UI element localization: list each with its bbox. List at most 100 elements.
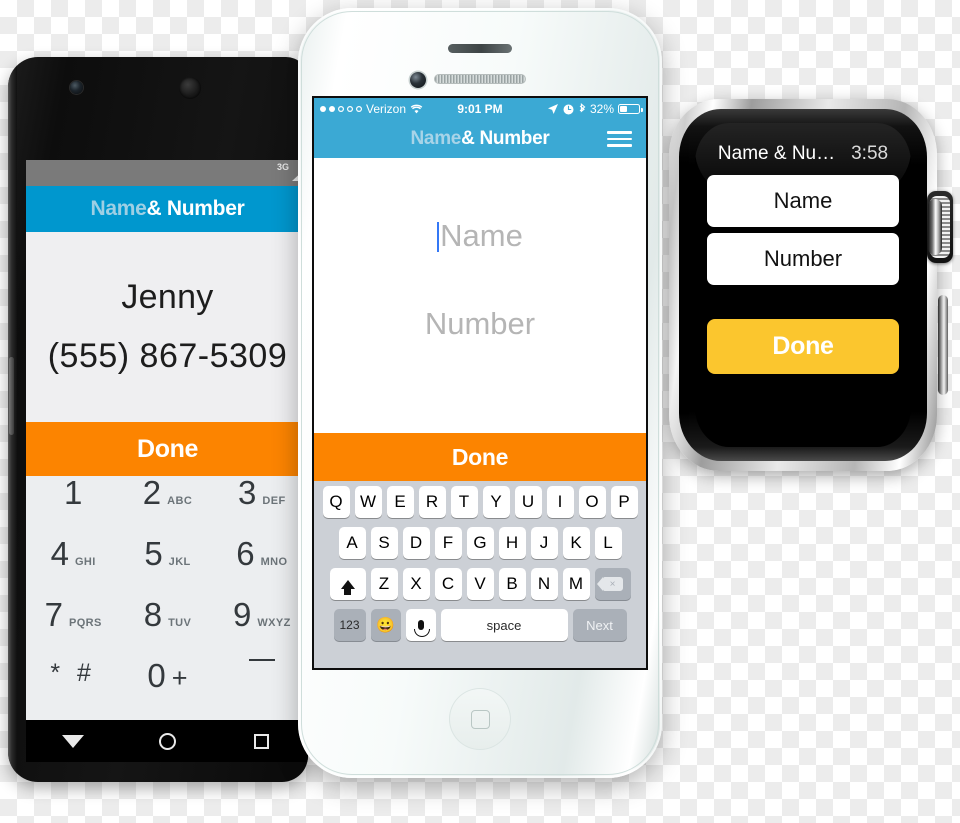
watch-side-button[interactable]	[938, 295, 948, 395]
android-done-button[interactable]: Done	[26, 422, 308, 476]
dialpad-key-digit: 4	[50, 535, 69, 572]
key-f[interactable]: F	[434, 527, 462, 559]
android-recents-button[interactable]	[245, 728, 279, 754]
ios-name-placeholder: Name	[440, 218, 523, 253]
underscore-icon	[248, 659, 275, 661]
dialpad-key-0[interactable]: 0 +	[120, 659, 214, 720]
dialpad-key-letters: DEF	[262, 495, 286, 507]
delete-key[interactable]: ×	[594, 568, 631, 600]
dialpad-key-star-hash[interactable]: * #	[26, 659, 120, 720]
ios-number-input[interactable]: Number	[314, 306, 646, 342]
dialpad-key-7[interactable]: 7 PQRS	[26, 598, 120, 659]
watch-bezel: Name & Nu… 3:58 Name Number Done	[679, 109, 927, 461]
device-mockup-scene: 3G Name& Number Jenny (555) 867-5309 Don…	[0, 0, 960, 823]
key-o[interactable]: O	[578, 486, 606, 518]
iphone-home-button[interactable]	[449, 688, 511, 750]
android-dialpad: 1 2 ABC 3 DEF 4 GHI 5 JKL 6 MNO 7 PQRS 8 TUV 9W…	[26, 476, 308, 720]
dialpad-key-digit: 6	[236, 535, 255, 572]
dialpad-key-digit: 2	[142, 474, 162, 511]
key-k[interactable]: K	[562, 527, 590, 559]
space-key[interactable]: space	[440, 609, 568, 641]
key-s[interactable]: S	[370, 527, 398, 559]
key-l[interactable]: L	[594, 527, 622, 559]
dialpad-key-2[interactable]: 2 ABC	[120, 476, 214, 537]
key-e[interactable]: E	[386, 486, 414, 518]
watch-digital-crown[interactable]	[927, 191, 953, 263]
dialpad-key-letters: WXYZ	[257, 617, 291, 629]
shift-icon	[340, 579, 355, 595]
key-b[interactable]: B	[498, 568, 526, 600]
android-home-button[interactable]	[150, 728, 184, 754]
watch-done-button[interactable]: Done	[707, 319, 899, 374]
dialpad-key-8[interactable]: 8 TUV	[120, 598, 214, 659]
watch-case: Name & Nu… 3:58 Name Number Done	[669, 99, 937, 471]
keyboard-row-1: Q W E R T Y U I O P	[316, 486, 644, 518]
iphone-screen: Verizon 9:01 PM 32% Name& Number Name Nu…	[312, 96, 648, 670]
ios-number-placeholder: Number	[424, 306, 536, 341]
android-contact-display: Jenny (555) 867-5309	[26, 232, 308, 422]
dictation-key[interactable]	[405, 609, 436, 641]
key-z[interactable]: Z	[370, 568, 398, 600]
watch-number-field[interactable]: Number	[707, 233, 899, 285]
key-q[interactable]: Q	[322, 486, 350, 518]
watch-name-label: Name	[773, 188, 833, 213]
watch-name-field[interactable]: Name	[707, 175, 899, 227]
dialpad-key-digit: 3	[238, 474, 257, 511]
key-x[interactable]: X	[402, 568, 430, 600]
dialpad-key-letters: ABC	[167, 495, 193, 507]
watch-clock: 3:58	[851, 143, 889, 164]
signal-strength-icon	[320, 106, 362, 112]
ios-title-part-number: & Number	[461, 128, 550, 149]
key-p[interactable]: P	[610, 486, 638, 518]
dialpad-key-digit: 5	[144, 535, 163, 572]
android-contact-number: (555) 867-5309	[47, 337, 288, 375]
key-u[interactable]: U	[514, 486, 542, 518]
dialpad-key-digit: 0	[147, 657, 166, 694]
dialpad-key-1[interactable]: 1	[26, 476, 120, 537]
dialpad-key-6[interactable]: 6 MNO	[215, 537, 308, 598]
key-y[interactable]: Y	[482, 486, 510, 518]
dialpad-key-letters: JKL	[168, 556, 191, 568]
dialpad-key-digit: 8	[143, 596, 163, 633]
back-triangle-icon	[62, 734, 85, 748]
ios-name-input[interactable]: Name	[314, 218, 646, 254]
key-c[interactable]: C	[434, 568, 462, 600]
dialpad-key-9[interactable]: 9 WXYZ	[215, 598, 308, 659]
android-done-label: Done	[137, 434, 198, 463]
key-d[interactable]: D	[402, 527, 430, 559]
return-key[interactable]: Next	[572, 609, 627, 641]
android-volume-button[interactable]	[9, 357, 14, 435]
dialpad-key-5[interactable]: 5 JKL	[120, 537, 214, 598]
key-r[interactable]: R	[418, 486, 446, 518]
key-v[interactable]: V	[466, 568, 494, 600]
shift-key[interactable]	[329, 568, 366, 600]
android-network-label: 3G	[276, 162, 289, 172]
ios-done-button[interactable]: Done	[314, 433, 646, 481]
key-h[interactable]: H	[498, 527, 526, 559]
android-app-title: Name& Number	[91, 197, 245, 221]
key-t[interactable]: T	[450, 486, 478, 518]
emoji-key[interactable]: 😀	[370, 609, 401, 641]
keyboard-row-2: A S D F G H J K L	[316, 527, 644, 559]
key-i[interactable]: I	[546, 486, 574, 518]
ios-app-title: Name& Number	[411, 128, 550, 150]
key-m[interactable]: M	[562, 568, 590, 600]
android-back-button[interactable]	[56, 728, 90, 754]
watch-title-bar: Name & Nu… 3:58	[703, 143, 903, 169]
recents-square-icon	[254, 733, 270, 749]
watch-screen: Name & Nu… 3:58 Name Number Done	[695, 123, 911, 447]
key-g[interactable]: G	[466, 527, 494, 559]
dialpad-key-3[interactable]: 3 DEF	[215, 476, 308, 537]
home-square-icon	[470, 709, 490, 729]
hamburger-menu-icon[interactable]	[607, 131, 632, 147]
dialpad-key-letters: GHI	[74, 556, 96, 568]
key-a[interactable]: A	[338, 527, 366, 559]
dialpad-key-4[interactable]: 4 GHI	[26, 537, 120, 598]
key-j[interactable]: J	[530, 527, 558, 559]
iphone-top-speaker	[448, 44, 512, 53]
battery-percent-label: 32%	[589, 102, 614, 116]
dialpad-key-hide[interactable]	[215, 659, 308, 720]
key-n[interactable]: N	[530, 568, 558, 600]
numbers-key[interactable]: 123	[333, 609, 366, 641]
key-w[interactable]: W	[354, 486, 382, 518]
